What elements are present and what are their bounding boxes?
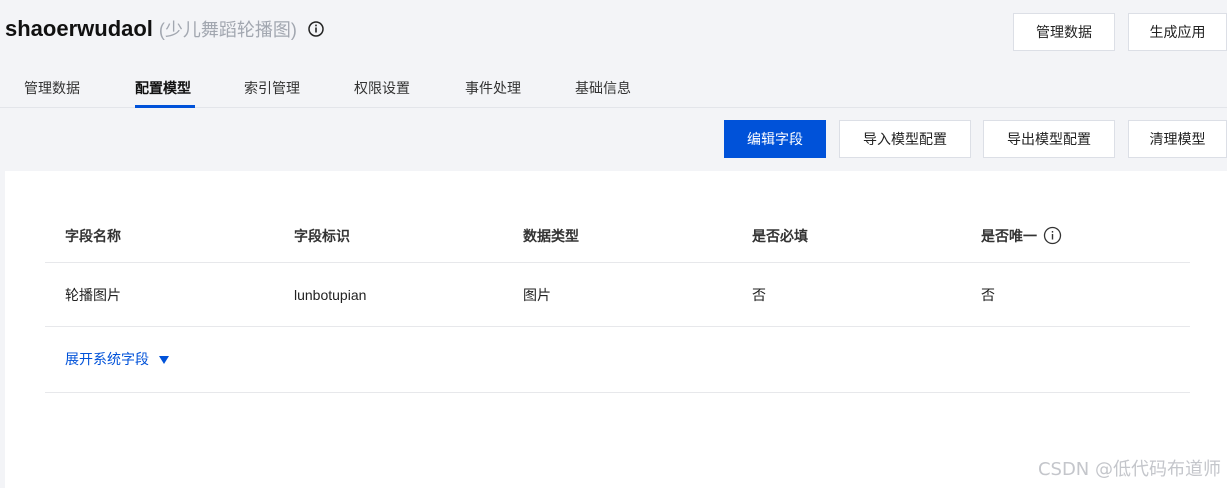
expand-system-fields-row: 展开系统字段 — [45, 327, 1190, 393]
tab-event-handling[interactable]: 事件处理 — [465, 78, 521, 98]
manage-data-button[interactable]: 管理数据 — [1013, 13, 1115, 51]
active-tab-indicator — [135, 105, 195, 108]
cell-data-type: 图片 — [523, 287, 551, 304]
tab-bar: 管理数据 配置模型 索引管理 权限设置 事件处理 基础信息 — [0, 70, 1227, 108]
column-header-required: 是否必填 — [752, 228, 808, 245]
column-header-data-type: 数据类型 — [523, 228, 579, 245]
cell-unique: 否 — [981, 287, 995, 304]
tab-permission-settings[interactable]: 权限设置 — [354, 78, 410, 98]
app-title: shaoerwudaol (少儿舞蹈轮播图) — [5, 16, 325, 42]
cell-required: 否 — [752, 287, 766, 304]
expand-system-fields-label: 展开系统字段 — [65, 352, 149, 368]
column-header-unique-label: 是否唯一 — [981, 228, 1037, 245]
cell-field-name: 轮播图片 — [65, 287, 121, 304]
cell-field-id: lunbotupian — [294, 286, 367, 303]
info-icon[interactable] — [1043, 226, 1062, 245]
caret-down-icon — [159, 356, 169, 364]
tab-basic-info[interactable]: 基础信息 — [575, 78, 631, 98]
fields-table: 字段名称 字段标识 数据类型 是否必填 是否唯一 轮播图片 lunbotupia… — [45, 211, 1190, 393]
generate-app-button[interactable]: 生成应用 — [1128, 13, 1227, 51]
table-header-row: 字段名称 字段标识 数据类型 是否必填 是否唯一 — [45, 211, 1190, 263]
app-description: (少儿舞蹈轮播图) — [158, 20, 297, 40]
expand-system-fields-link[interactable]: 展开系统字段 — [65, 349, 169, 369]
export-config-button[interactable]: 导出模型配置 — [983, 120, 1115, 158]
tab-config-model[interactable]: 配置模型 — [135, 78, 191, 98]
info-icon[interactable] — [307, 20, 325, 38]
import-config-button[interactable]: 导入模型配置 — [839, 120, 971, 158]
clear-model-button[interactable]: 清理模型 — [1128, 120, 1227, 158]
column-header-field-name: 字段名称 — [65, 228, 121, 245]
tab-index-management[interactable]: 索引管理 — [244, 78, 300, 98]
page-header: shaoerwudaol (少儿舞蹈轮播图) 管理数据 生成应用 — [0, 0, 1227, 66]
column-header-field-id: 字段标识 — [294, 228, 350, 245]
edit-fields-button[interactable]: 编辑字段 — [724, 120, 826, 158]
tab-manage-data[interactable]: 管理数据 — [24, 78, 80, 98]
table-row[interactable]: 轮播图片 lunbotupian 图片 否 否 — [45, 263, 1190, 327]
fields-panel: 字段名称 字段标识 数据类型 是否必填 是否唯一 轮播图片 lunbotupia… — [5, 171, 1227, 488]
column-header-unique: 是否唯一 — [981, 210, 1062, 261]
app-name: shaoerwudaol — [5, 16, 153, 41]
watermark: CSDN @低代码布道师 — [1037, 459, 1221, 480]
